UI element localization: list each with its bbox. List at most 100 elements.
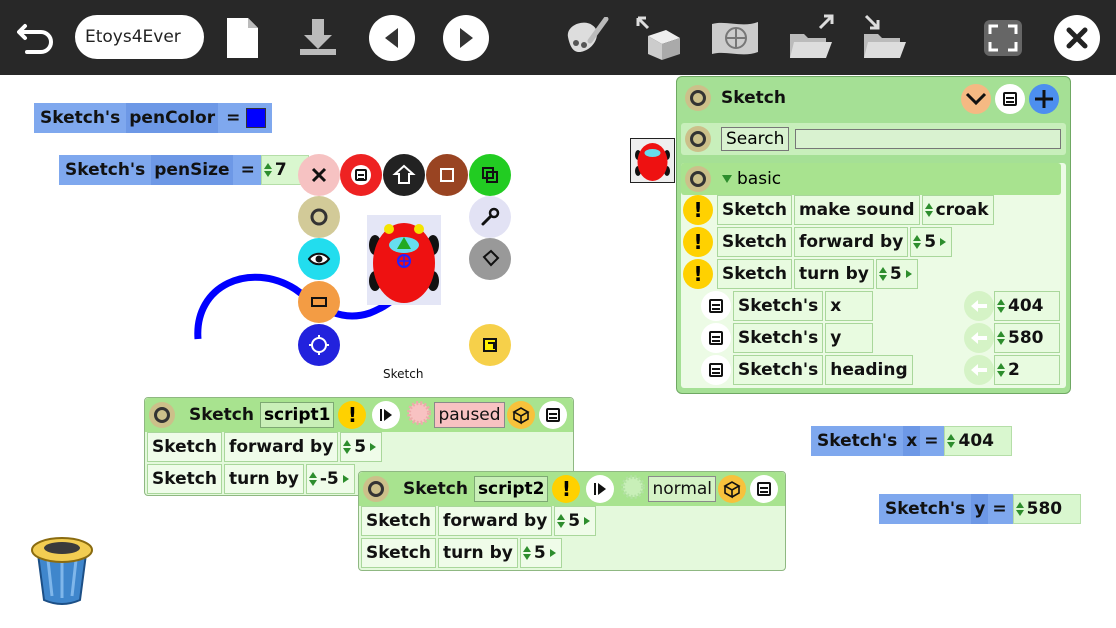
viewer-thumbnail[interactable] <box>630 138 675 183</box>
pen-color-watcher[interactable]: Sketch's penColor = <box>34 103 273 133</box>
category-menu-button[interactable] <box>685 166 711 192</box>
up-down-arrows-icon[interactable] <box>913 235 922 249</box>
tile-argument[interactable]: 5 <box>519 538 562 568</box>
script-line[interactable]: Sketch turn by -5 <box>147 464 357 494</box>
x-watcher[interactable]: Sketch's x = 404 <box>811 426 1013 456</box>
up-down-arrows-icon[interactable] <box>997 299 1005 313</box>
property-menu-button[interactable] <box>701 291 731 321</box>
open-button[interactable] <box>786 0 836 75</box>
step-button[interactable] <box>586 475 615 503</box>
do-it-button[interactable]: ! <box>683 227 713 257</box>
property-menu-button[interactable] <box>701 323 731 353</box>
script-menu-button[interactable] <box>149 402 175 428</box>
up-down-arrows-icon[interactable] <box>308 472 317 486</box>
script-name[interactable]: script2 <box>473 476 549 502</box>
halo-tile-button[interactable] <box>469 238 511 280</box>
property-tile[interactable]: Sketch's heading <box>733 355 915 385</box>
run-once-button[interactable]: ! <box>338 401 367 429</box>
script-name[interactable]: script1 <box>259 402 335 428</box>
up-down-arrows-icon[interactable] <box>1015 502 1024 516</box>
do-it-button[interactable]: ! <box>683 259 713 289</box>
halo-pickup-button[interactable] <box>383 154 425 196</box>
up-down-arrows-icon[interactable] <box>522 546 531 560</box>
script-options-button[interactable] <box>538 401 567 429</box>
ticking-clock-icon[interactable] <box>406 400 432 430</box>
script-tiles-button[interactable] <box>718 475 747 503</box>
pen-size-watcher[interactable]: Sketch's penSize = 7 <box>59 155 309 185</box>
script-options-button[interactable] <box>750 475 779 503</box>
property-tile[interactable]: Sketch's x <box>733 291 875 321</box>
y-watcher[interactable]: Sketch's y = 580 <box>879 494 1081 524</box>
property-tile[interactable]: Sketch's y <box>733 323 875 353</box>
tile-argument[interactable]: -5 <box>305 464 355 494</box>
script-status[interactable]: normal <box>648 476 717 502</box>
halo-tools-button[interactable] <box>469 196 511 238</box>
script-line[interactable]: Sketch turn by 5 <box>361 538 564 568</box>
up-down-arrows-icon[interactable] <box>263 163 272 177</box>
viewer-collapse-button[interactable] <box>961 84 991 114</box>
previous-button[interactable] <box>369 0 415 75</box>
up-down-arrows-icon[interactable] <box>997 331 1005 345</box>
sketch-object[interactable] <box>367 215 441 305</box>
new-project-button[interactable] <box>220 0 264 75</box>
viewer-menu-button[interactable] <box>685 85 711 111</box>
project-name-input[interactable] <box>75 15 204 59</box>
run-once-button[interactable]: ! <box>552 475 581 503</box>
tile-argument[interactable]: croak <box>921 195 994 225</box>
up-down-arrows-icon[interactable] <box>343 440 352 454</box>
supplies-button[interactable] <box>634 0 684 75</box>
command-tile[interactable]: Sketch make sound croak <box>717 195 996 225</box>
command-tile[interactable]: Sketch forward by 5 <box>717 227 954 257</box>
halo-rotate-button[interactable] <box>298 324 340 366</box>
halo-scale-button[interactable] <box>469 324 511 366</box>
trash-can[interactable] <box>28 530 96 606</box>
undo-button[interactable] <box>14 0 60 75</box>
halo-collapse-button[interactable] <box>426 154 468 196</box>
ticking-clock-icon[interactable] <box>620 474 646 504</box>
category-selector[interactable]: basic <box>721 169 781 189</box>
property-menu-button[interactable] <box>701 355 731 385</box>
command-tile[interactable]: Sketch turn by 5 <box>717 259 920 289</box>
viewer-options-button[interactable] <box>995 84 1025 114</box>
up-down-arrows-icon[interactable] <box>947 434 956 448</box>
up-down-arrows-icon[interactable] <box>878 267 887 281</box>
save-button[interactable] <box>296 0 340 75</box>
step-button[interactable] <box>372 401 401 429</box>
next-button[interactable] <box>443 0 489 75</box>
paint-button[interactable] <box>562 0 610 75</box>
do-it-button[interactable]: ! <box>683 195 713 225</box>
pen-color-swatch[interactable] <box>246 108 267 128</box>
script-line[interactable]: Sketch forward by 5 <box>147 432 384 462</box>
halo-dismiss-button[interactable] <box>298 154 340 196</box>
publish-button[interactable] <box>860 0 910 75</box>
tile-argument[interactable]: 5 <box>340 432 383 462</box>
assign-arrow-button[interactable] <box>964 323 994 353</box>
up-down-arrows-icon[interactable] <box>924 203 933 217</box>
script-line[interactable]: Sketch forward by 5 <box>361 506 598 536</box>
script-tiles-button[interactable] <box>506 401 535 429</box>
assign-arrow-button[interactable] <box>964 291 994 321</box>
script2-editor[interactable]: Sketch script2 ! normal Sketch forward b… <box>358 471 786 571</box>
property-value-tile[interactable]: 580 <box>994 323 1060 353</box>
y-value-tile[interactable]: 580 <box>1012 494 1081 524</box>
up-down-arrows-icon[interactable] <box>557 514 566 528</box>
search-pane-menu-button[interactable] <box>685 126 711 152</box>
property-value-tile[interactable]: 404 <box>994 291 1060 321</box>
close-button[interactable] <box>1054 0 1100 75</box>
fullscreen-button[interactable] <box>980 0 1026 75</box>
script-status[interactable]: paused <box>434 402 505 428</box>
tile-argument[interactable]: 5 <box>910 227 953 257</box>
halo-debug-button[interactable] <box>298 196 340 238</box>
halo-menu-button[interactable] <box>340 154 382 196</box>
sketch-name-label[interactable]: Sketch <box>383 367 423 381</box>
up-down-arrows-icon[interactable] <box>997 363 1005 377</box>
search-input[interactable] <box>795 129 1062 149</box>
x-value-tile[interactable]: 404 <box>944 426 1013 456</box>
object-viewer[interactable]: Sketch Search basic ! Sketch make sound … <box>676 76 1071 394</box>
tile-argument[interactable]: 5 <box>875 259 918 289</box>
assign-arrow-button[interactable] <box>964 355 994 385</box>
halo-viewer-button[interactable] <box>298 238 340 280</box>
property-value-tile[interactable]: 2 <box>994 355 1060 385</box>
halo-duplicate-button[interactable] <box>469 154 511 196</box>
halo-resize-button[interactable] <box>298 281 340 323</box>
